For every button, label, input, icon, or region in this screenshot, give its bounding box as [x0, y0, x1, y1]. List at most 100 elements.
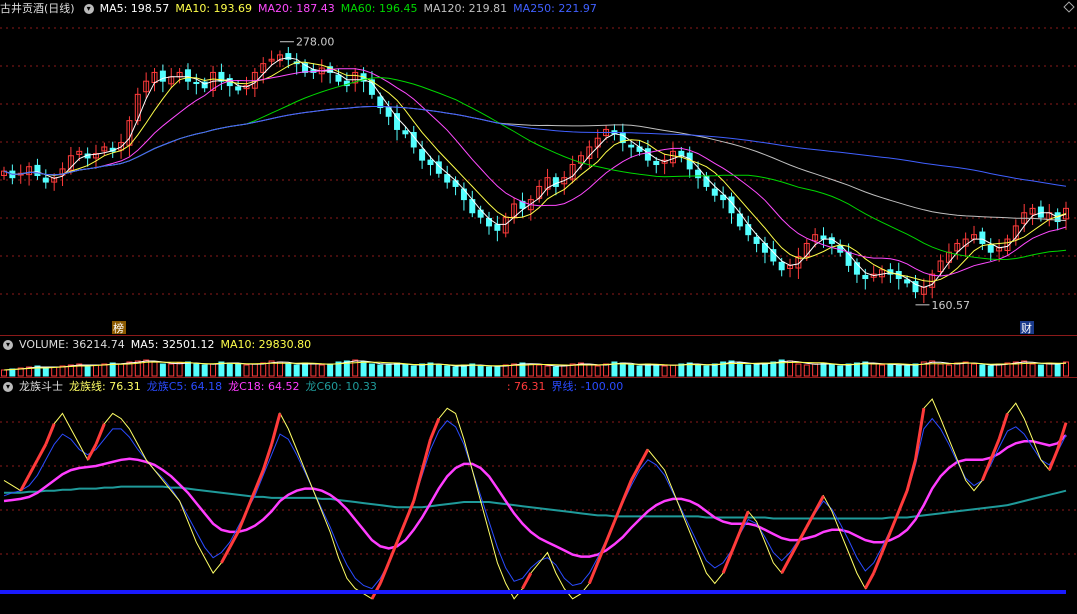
- dragon-rising-segment: [730, 531, 742, 554]
- chevron-down-icon[interactable]: ▾: [83, 4, 94, 14]
- volume-bar: [795, 363, 802, 377]
- volume-bar: [101, 363, 108, 377]
- candle-body: [235, 86, 242, 91]
- volume-bar: [870, 363, 877, 377]
- volume-bar: [385, 363, 392, 377]
- volume-bar: [937, 363, 944, 377]
- dragon-rising-segment: [270, 413, 282, 445]
- volume-bar: [42, 367, 49, 377]
- dragon-rising-segment: [596, 541, 608, 564]
- volume-bar: [853, 362, 860, 377]
- volume-bar: [452, 366, 459, 377]
- volume-bar: [945, 364, 952, 377]
- legend-boundary: 界线: -100.00: [551, 380, 624, 393]
- volume-bar: [527, 363, 534, 377]
- volume-bar: [536, 364, 543, 377]
- volume-bar: [210, 363, 217, 377]
- price-legend: 古井贡酒(日线) ▾ MA5: 198.57 MA10: 193.69 MA20: 18…: [0, 0, 603, 18]
- volume-bar: [787, 360, 794, 377]
- dragon-rising-segment: [521, 572, 533, 590]
- volume-bar: [603, 363, 610, 377]
- volume-legend: ▾ VOLUME: 36214.74 MA5: 32501.12 MA10: 2983…: [0, 336, 317, 354]
- ma5-line: [3, 57, 1067, 288]
- legend-dragon-c18: 龙C18: 64.52: [228, 380, 300, 393]
- indicator-legend: ▾ 龙族斗士 龙族线: 76.31 龙族C5: 64.18 龙C18: 64.52 龙C6…: [0, 378, 629, 396]
- dragon-rising-segment: [220, 546, 232, 564]
- volume-bar: [695, 364, 702, 377]
- high-price-label: 278.00: [296, 36, 335, 49]
- dragon-rising-segment: [897, 490, 909, 512]
- volume-bar: [820, 362, 827, 377]
- volume-bar: [828, 364, 835, 377]
- price-chart-panel[interactable]: 278.00 160.57 榜 财 古井贡酒(日线) ▾ MA5: 198.57 MA10:…: [0, 0, 1077, 336]
- volume-bar: [251, 363, 258, 377]
- volume-bar: [1054, 363, 1061, 377]
- stock-name: 古井贡酒(日线): [0, 2, 75, 15]
- volume-bar: [201, 364, 208, 377]
- volume-bar: [1, 369, 7, 377]
- volume-bar: [761, 362, 768, 377]
- volume-bar: [410, 365, 417, 377]
- volume-bar: [895, 364, 902, 377]
- volume-bar: [561, 364, 568, 377]
- volume-bar: [310, 363, 317, 377]
- volume-bar: [168, 363, 175, 377]
- ma10-line: [3, 61, 1067, 283]
- volume-bar: [552, 366, 559, 377]
- volume-bar: [845, 363, 852, 377]
- volume-bar: [669, 364, 676, 377]
- volume-bar: [644, 363, 651, 377]
- volume-bar: [118, 363, 125, 377]
- volume-bar: [193, 363, 200, 377]
- candle-body: [1037, 206, 1044, 218]
- indicator-chart-svg[interactable]: [0, 378, 1077, 614]
- dragon-rising-segment: [863, 572, 875, 590]
- volume-bar: [678, 363, 685, 377]
- volume-bar: [745, 364, 752, 377]
- candle-body: [377, 96, 384, 109]
- volume-bar: [360, 361, 367, 377]
- candle-body: [460, 188, 467, 201]
- volume-bar: [302, 362, 309, 377]
- indicator-name: 龙族斗士: [19, 380, 63, 393]
- price-chart-svg[interactable]: 278.00 160.57 榜 财: [0, 0, 1077, 336]
- candle-body: [778, 261, 785, 271]
- volume-bar: [636, 365, 643, 377]
- volume-bar: [460, 364, 467, 377]
- dragon-rising-segment: [236, 510, 248, 533]
- volume-bar: [494, 365, 501, 377]
- candle-body: [402, 130, 409, 135]
- candle-body: [770, 249, 777, 262]
- candle-body: [444, 174, 451, 183]
- volume-bar: [276, 361, 283, 377]
- candle-body: [753, 236, 760, 244]
- chevron-down-icon[interactable]: ▾: [3, 340, 13, 350]
- ma120-line: [3, 106, 1067, 222]
- dragon-rising-segment: [613, 500, 625, 523]
- legend-ma250: MA250: 221.97: [513, 2, 597, 15]
- volume-bar: [318, 364, 325, 377]
- volume-bar: [887, 363, 894, 377]
- dragon-c18-line: [3, 434, 1067, 558]
- legend-ma120: MA120: 219.81: [423, 2, 508, 15]
- chevron-down-icon[interactable]: ▾: [3, 382, 13, 392]
- rank-badge: 榜: [113, 321, 124, 335]
- volume-chart-panel[interactable]: ▾ VOLUME: 36214.74 MA5: 32501.12 MA10: 2983…: [0, 336, 1077, 378]
- dragon-c5-line: [3, 417, 1067, 590]
- volume-bar: [427, 362, 434, 377]
- volume-bar: [1029, 363, 1036, 377]
- dragon-rising-segment: [638, 448, 650, 466]
- dragon-rising-segment: [395, 521, 407, 543]
- candle-body: [862, 274, 869, 280]
- indicator-chart-panel[interactable]: ▾ 龙族斗士 龙族线: 76.31 龙族C5: 64.18 龙C18: 64.52 龙C6…: [0, 378, 1077, 614]
- volume-bar: [736, 362, 743, 377]
- volume-bar: [394, 362, 401, 377]
- candle-body: [552, 177, 559, 187]
- volume-bar: [419, 363, 426, 377]
- dragon-line: [3, 398, 1067, 600]
- volume-bar: [544, 365, 551, 377]
- candle-body: [653, 160, 660, 166]
- candle-body: [419, 149, 426, 161]
- finance-badge: 财: [1021, 321, 1032, 335]
- volume-bar: [377, 364, 384, 377]
